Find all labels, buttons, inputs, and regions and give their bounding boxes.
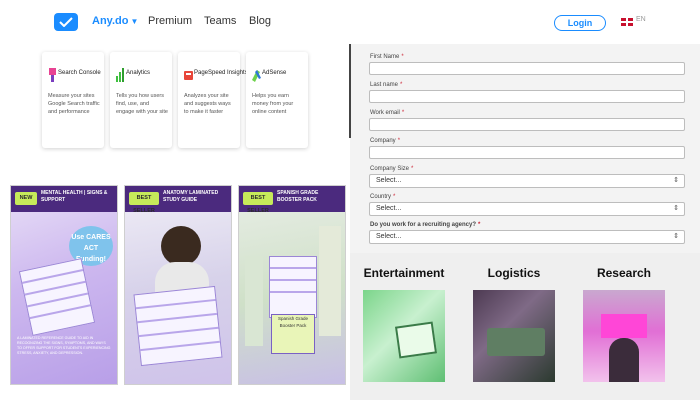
work-email-input[interactable]: [369, 118, 685, 131]
badge-best-seller: BEST SELLER: [129, 192, 159, 214]
card-desc: Helps you earn money from your online co…: [252, 93, 294, 115]
product-title: MENTAL HEALTH | SIGNS & SUPPORT: [41, 190, 108, 203]
select-value: Select...: [376, 233, 402, 240]
badge-best-seller: BEST SELLER: [243, 192, 273, 214]
nav-blog[interactable]: Blog: [249, 15, 271, 27]
brand-label: Any.do: [92, 15, 129, 27]
card-title: PageSpeed Insights: [194, 70, 248, 76]
card-title: Search Console: [58, 70, 101, 76]
product-header: BEST SELLER ANATOMY LAMINATED STUDY GUID…: [125, 186, 231, 214]
card-desc: Measure your sites Google Search traffic…: [48, 93, 100, 115]
truck-image: [487, 328, 545, 356]
label-last-name: Last name *: [370, 82, 403, 88]
laminated-sheet-image: [18, 258, 96, 336]
card-adsense[interactable]: AdSense Helps you earn money from your o…: [246, 52, 308, 148]
booster-pack-cover: Spanish Grade Booster Pack: [271, 314, 315, 354]
analytics-bars-icon: [116, 68, 124, 82]
bookshelf-image: [319, 226, 341, 336]
recruiting-agency-select[interactable]: Select... ⇕: [369, 230, 685, 244]
product-spanish[interactable]: BEST SELLER SPANISH GRADE BOOSTER PACK S…: [238, 185, 346, 385]
product-header: BEST SELLER SPANISH GRADE BOOSTER PACK: [239, 186, 345, 214]
product-mental-health[interactable]: NEW MENTAL HEALTH | SIGNS & SUPPORT Use …: [10, 185, 118, 385]
anydo-logo-icon[interactable]: [54, 13, 78, 31]
language-label[interactable]: EN: [636, 16, 646, 23]
nav-teams[interactable]: Teams: [204, 15, 236, 27]
label-work-email: Work email *: [370, 110, 405, 116]
login-button[interactable]: Login: [554, 15, 606, 31]
company-size-select[interactable]: Select... ⇕: [369, 174, 685, 188]
top-nav: Any.do ▼ Premium Teams Blog Login EN: [0, 0, 700, 44]
person-image: [609, 338, 639, 382]
card-search-console[interactable]: Search Console Measure your sites Google…: [42, 52, 104, 148]
card-desc: Tells you how users find, use, and engag…: [116, 93, 168, 115]
logistics-image[interactable]: [473, 290, 555, 382]
card-title: Analytics: [126, 70, 151, 76]
divider: [349, 42, 351, 138]
product-header: NEW MENTAL HEALTH | SIGNS & SUPPORT: [11, 186, 117, 212]
select-arrows-icon: ⇕: [673, 205, 679, 212]
label-company: Company *: [370, 138, 401, 144]
research-image[interactable]: [583, 290, 665, 382]
select-arrows-icon: ⇕: [673, 177, 679, 184]
adsense-icon: [252, 70, 261, 82]
entertainment-image[interactable]: [363, 290, 445, 382]
select-value: Select...: [376, 205, 402, 212]
first-name-input[interactable]: [369, 62, 685, 75]
label-country: Country *: [370, 194, 396, 200]
product-title: ANATOMY LAMINATED STUDY GUIDE: [163, 190, 219, 203]
card-desc: Analyzes your site and suggests ways to …: [184, 93, 231, 115]
category-entertainment-title[interactable]: Entertainment: [349, 266, 459, 280]
bookshelf-image: [245, 256, 263, 346]
pink-box-image: [601, 314, 647, 338]
booster-pack-image: [269, 256, 317, 318]
card-title: AdSense: [262, 70, 287, 76]
student-photo: [161, 226, 201, 266]
pagespeed-icon: [184, 71, 193, 80]
country-select[interactable]: Select... ⇕: [369, 202, 685, 216]
tablet-image: [394, 321, 438, 359]
product-anatomy[interactable]: BEST SELLER ANATOMY LAMINATED STUDY GUID…: [124, 185, 232, 385]
search-console-icon: [49, 68, 56, 82]
uk-flag-icon[interactable]: [621, 18, 633, 26]
nav-premium[interactable]: Premium: [148, 15, 192, 27]
label-recruiting-agency: Do you work for a recruiting agency? *: [370, 222, 481, 228]
category-research-title[interactable]: Research: [569, 266, 679, 280]
label-first-name: First Name *: [370, 54, 404, 60]
product-title: SPANISH GRADE BOOSTER PACK: [277, 190, 319, 203]
card-pagespeed[interactable]: PageSpeed Insights Analyzes your site an…: [178, 52, 248, 148]
badge-new: NEW: [15, 192, 37, 205]
select-arrows-icon: ⇕: [673, 233, 679, 240]
chevron-down-icon: ▼: [130, 17, 139, 26]
category-logistics-title[interactable]: Logistics: [459, 266, 569, 280]
last-name-input[interactable]: [369, 90, 685, 103]
company-input[interactable]: [369, 146, 685, 159]
select-value: Select...: [376, 177, 402, 184]
card-analytics[interactable]: Analytics Tells you how users find, use,…: [110, 52, 172, 148]
study-guide-image: [133, 285, 223, 367]
brand-menu[interactable]: Any.do ▼: [92, 15, 138, 27]
label-company-size: Company Size *: [370, 166, 414, 172]
product-desc: A LAMINATED REFERENCE GUIDE TO AID IN RE…: [17, 336, 111, 355]
